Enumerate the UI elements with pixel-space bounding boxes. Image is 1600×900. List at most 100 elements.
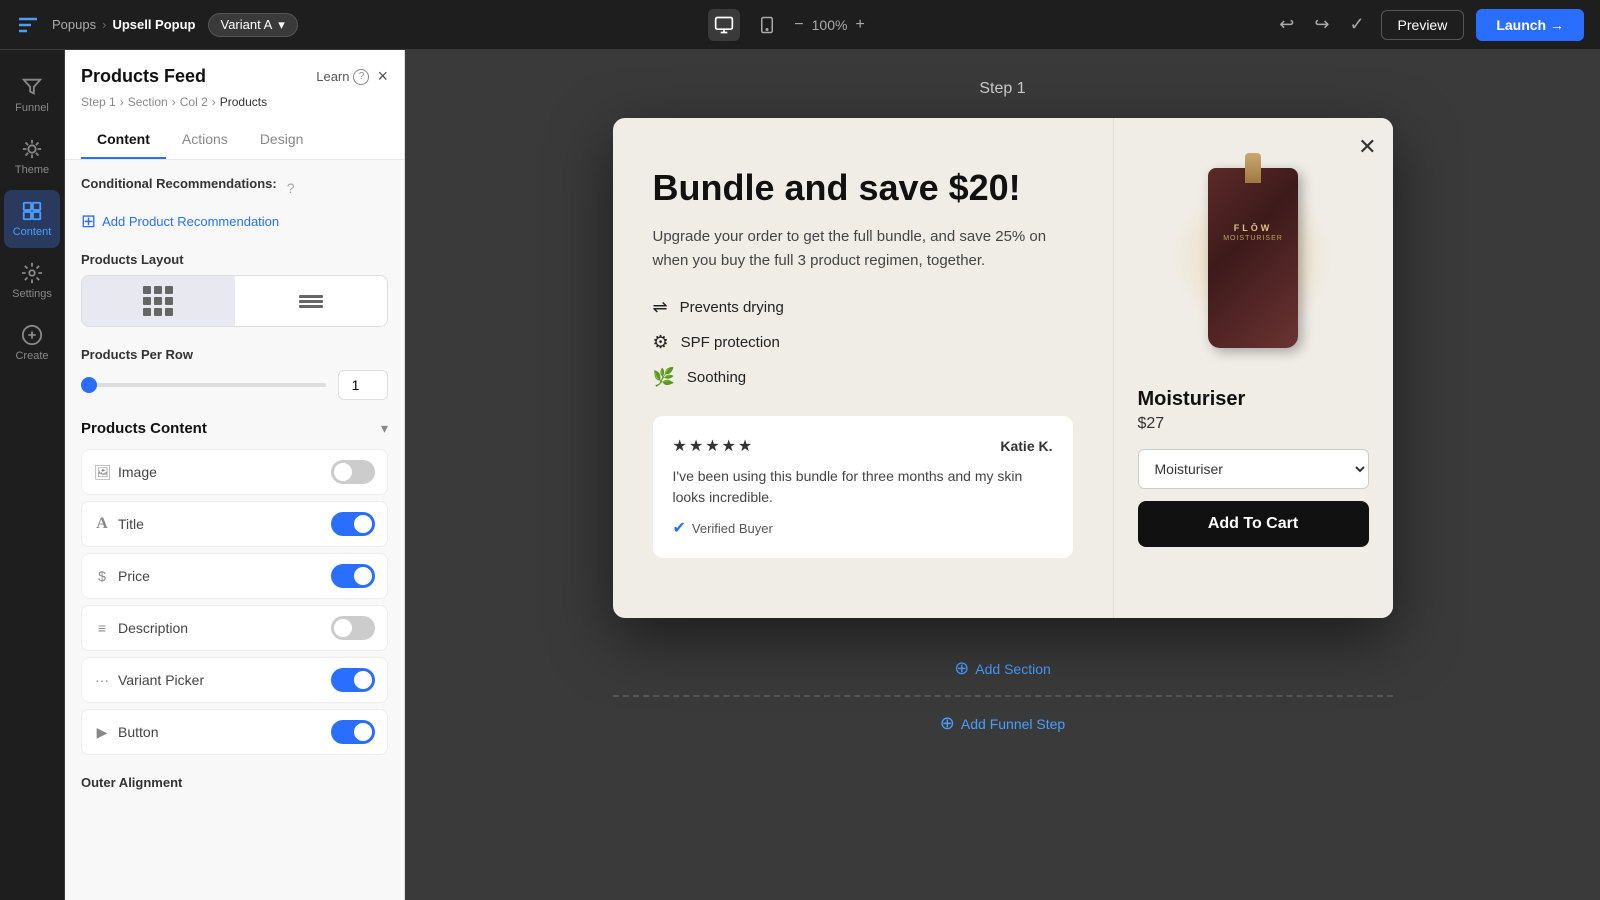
sidebar-theme-label: Theme — [15, 164, 49, 176]
desktop-device-btn[interactable] — [708, 9, 740, 41]
outer-alignment-section: Outer Alignment — [81, 775, 388, 790]
add-recommendation-btn[interactable]: ⊞ Add Product Recommendation — [81, 211, 388, 232]
sidebar-item-theme[interactable]: Theme — [4, 128, 60, 186]
image-toggle-slider — [331, 460, 375, 484]
popup-close-button[interactable]: ✕ — [1358, 134, 1376, 160]
review-header: ★★★★★ Katie K. — [673, 436, 1053, 456]
sidebar-item-create[interactable]: Create — [4, 314, 60, 372]
toggle-row-button: ▶ Button — [81, 709, 388, 755]
add-section-plus-icon: ⊕ — [954, 658, 969, 679]
toggle-button-left: ▶ Button — [94, 724, 158, 741]
price-toggle-slider — [331, 564, 375, 588]
button-toggle[interactable] — [331, 720, 375, 744]
toggle-row-description: ≡ Description — [81, 605, 388, 651]
tab-content[interactable]: Content — [81, 121, 166, 159]
cond-rec-help-icon[interactable]: ? — [287, 180, 295, 196]
button-label: Button — [118, 724, 158, 740]
canvas-bottom: ⊕ Add Section ⊕ Add Funnel Step — [613, 642, 1393, 750]
panel-bc-col[interactable]: Col 2 — [180, 95, 208, 109]
launch-button[interactable]: Launch → — [1476, 9, 1584, 41]
review-text: I've been using this bundle for three mo… — [673, 466, 1053, 508]
breadcrumb-current[interactable]: Upsell Popup — [112, 17, 195, 32]
feature-text-1: SPF protection — [681, 334, 780, 351]
sidebar-item-content[interactable]: Content — [4, 190, 60, 248]
variant-selector[interactable]: Variant A ▾ — [208, 13, 298, 37]
variant-picker-icon: ··· — [94, 672, 110, 688]
add-to-cart-button[interactable]: Add To Cart — [1138, 501, 1369, 547]
products-layout-section: Products Layout — [81, 252, 388, 327]
price-label: Price — [118, 568, 150, 584]
product-bottle: FLŌW MOISTURISER — [1208, 168, 1298, 348]
toggle-row-price: $ Price — [81, 553, 388, 599]
feature-text-2: Soothing — [687, 369, 746, 386]
description-toggle[interactable] — [331, 616, 375, 640]
add-funnel-step-btn[interactable]: ⊕ Add Funnel Step — [613, 695, 1393, 750]
products-content-section: Products Content ▾ 🖼 Image — [81, 420, 388, 755]
button-icon: ▶ — [94, 724, 110, 741]
panel-bc-step[interactable]: Step 1 — [81, 95, 116, 109]
panel-tabs: Content Actions Design — [81, 121, 388, 159]
breadcrumb-sep1: › — [102, 17, 106, 32]
learn-link[interactable]: Learn ? — [316, 69, 369, 85]
per-row-input[interactable]: 1 — [338, 370, 388, 400]
tab-design[interactable]: Design — [244, 121, 320, 159]
toggle-title-left: A Title — [94, 515, 144, 533]
variant-toggle-slider — [331, 668, 375, 692]
product-variant-select[interactable]: Moisturiser — [1138, 449, 1369, 489]
per-row-controls: 1 — [81, 370, 388, 400]
zoom-out-btn[interactable]: − — [794, 16, 803, 34]
cond-rec-label: Conditional Recommendations: — [81, 176, 277, 191]
description-label: Description — [118, 620, 188, 636]
bottle-label: FLŌW MOISTURISER — [1215, 223, 1291, 242]
feature-icon-2: 🌿 — [653, 367, 675, 388]
add-section-btn[interactable]: ⊕ Add Section — [613, 642, 1393, 695]
sidebar-settings-label: Settings — [12, 288, 52, 300]
preview-button[interactable]: Preview — [1381, 10, 1465, 40]
products-content-header[interactable]: Products Content ▾ — [81, 420, 388, 437]
toggle-row-title: A Title — [81, 501, 388, 547]
redo-button[interactable]: ↪ — [1310, 10, 1333, 39]
canvas-area: Step 1 ✕ Bundle and save $20! Upgrade yo… — [405, 50, 1600, 900]
bottle-product-type: MOISTURISER — [1223, 235, 1283, 242]
panel-close-button[interactable]: × — [377, 66, 388, 87]
zoom-in-btn[interactable]: + — [855, 16, 864, 34]
panel-bc-current: Products — [220, 95, 267, 109]
title-toggle-slider — [331, 512, 375, 536]
topbar: Popups › Upsell Popup Variant A ▾ − 100%… — [0, 0, 1600, 50]
bottle-pump — [1245, 153, 1261, 183]
panel: Products Feed Learn ? × Step 1 › Section… — [65, 50, 405, 900]
per-row-slider[interactable] — [81, 383, 326, 387]
products-layout-label: Products Layout — [81, 252, 388, 267]
panel-header: Products Feed Learn ? × Step 1 › Section… — [65, 50, 404, 160]
feature-text-0: Prevents drying — [680, 299, 784, 316]
feature-icon-1: ⚙ — [653, 332, 669, 353]
button-toggle-slider — [331, 720, 375, 744]
tab-actions[interactable]: Actions — [166, 121, 244, 159]
icon-sidebar: Funnel Theme Content Settings Create — [0, 50, 65, 900]
verified-check-icon: ✔ — [673, 518, 686, 538]
review-footer: ✔ Verified Buyer — [673, 518, 1053, 538]
status-button[interactable]: ✓ — [1345, 10, 1368, 39]
title-toggle[interactable] — [331, 512, 375, 536]
sidebar-item-funnel[interactable]: Funnel — [4, 66, 60, 124]
feature-row-2: 🌿 Soothing — [653, 367, 1073, 388]
price-toggle[interactable] — [331, 564, 375, 588]
panel-bc-sep2: › — [172, 95, 176, 109]
toggle-variant-left: ··· Variant Picker — [94, 672, 204, 688]
product-name: Moisturiser — [1138, 388, 1246, 411]
image-toggle[interactable] — [331, 460, 375, 484]
layout-grid-btn[interactable] — [82, 276, 235, 326]
panel-bc-section[interactable]: Section — [128, 95, 168, 109]
step-label: Step 1 — [979, 80, 1025, 98]
description-icon: ≡ — [94, 620, 110, 636]
panel-title-row: Products Feed Learn ? × — [81, 66, 388, 87]
grid-icon — [143, 286, 173, 316]
mobile-device-btn[interactable] — [752, 10, 782, 40]
feature-row-0: ⇌ Prevents drying — [653, 297, 1073, 318]
variant-toggle[interactable] — [331, 668, 375, 692]
undo-button[interactable]: ↩ — [1275, 10, 1298, 39]
layout-list-btn[interactable] — [235, 276, 388, 326]
breadcrumb-parent[interactable]: Popups — [52, 17, 96, 32]
layout-options — [81, 275, 388, 327]
sidebar-item-settings[interactable]: Settings — [4, 252, 60, 310]
